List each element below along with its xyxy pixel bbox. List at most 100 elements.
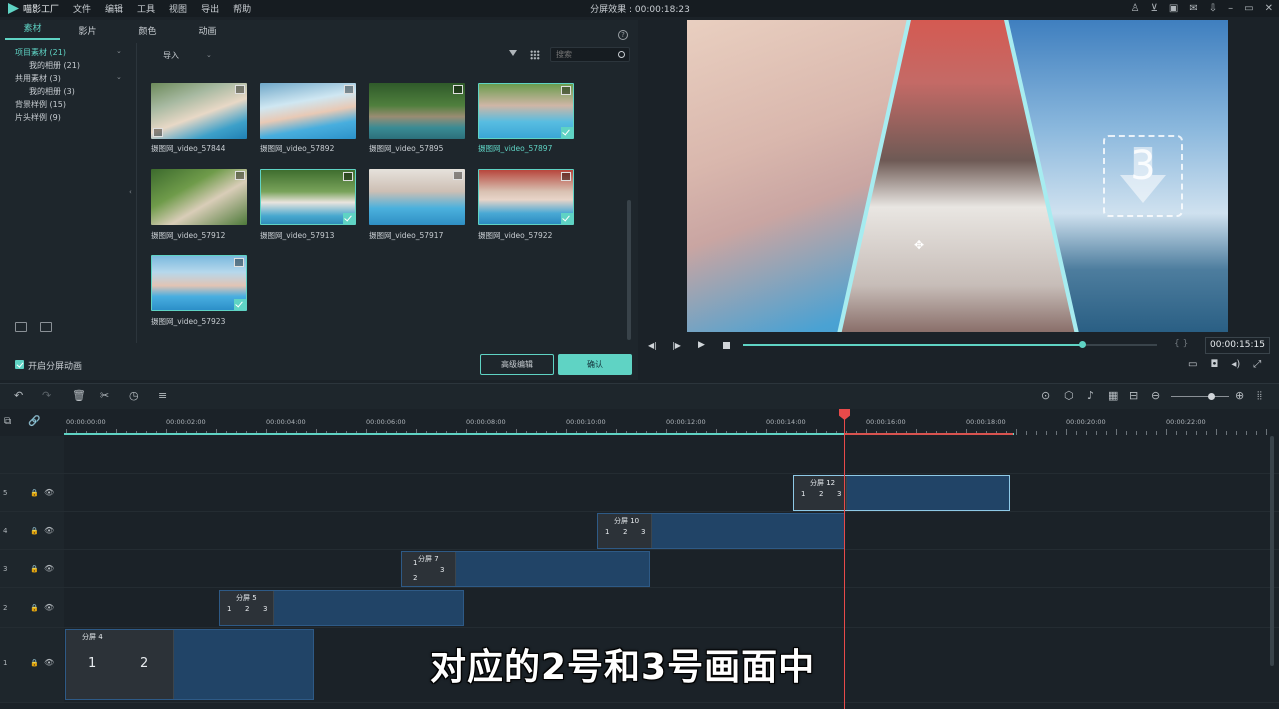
media-thumbnail[interactable] (369, 169, 465, 225)
tab-colors[interactable]: 颜色 (120, 24, 175, 37)
media-thumbnail[interactable] (151, 169, 247, 225)
fullscreen-icon[interactable]: ⤢ (1253, 359, 1261, 370)
user-icon[interactable]: ♙ (1131, 3, 1140, 14)
zoom-slider[interactable] (1171, 396, 1229, 397)
add-folder-icon[interactable] (15, 322, 27, 332)
snapshot-icon[interactable]: ◘ (1210, 359, 1218, 370)
chevron-down-icon[interactable]: ⌄ (116, 47, 122, 55)
sidebar-item-shared-album[interactable]: 我的相册 (3) (29, 86, 75, 97)
display-icon[interactable]: ▭ (1188, 359, 1197, 370)
menu-file[interactable]: 文件 (73, 2, 91, 15)
marker-icon[interactable]: ⬡ (1064, 389, 1074, 402)
media-thumbnail-selected[interactable] (260, 169, 356, 225)
ruler-tick (1016, 429, 1017, 435)
zoom-in-icon[interactable]: ⊕ (1235, 389, 1244, 402)
mark-in-out[interactable]: { } (1174, 339, 1188, 349)
speed-icon[interactable]: ◷ (129, 389, 139, 402)
volume-icon[interactable]: ◂) (1231, 359, 1240, 370)
media-thumbnail[interactable] (260, 83, 356, 139)
split-clip-7[interactable]: 1 3 2 分屏 7 (401, 551, 650, 587)
menu-tools[interactable]: 工具 (137, 2, 155, 15)
preview-canvas[interactable]: 3 (687, 20, 1228, 332)
lock-icon[interactable]: 🔒 (30, 604, 39, 612)
download-icon[interactable]: ⇩ (1209, 3, 1217, 14)
menu-help[interactable]: 帮助 (233, 2, 251, 15)
confirm-button[interactable]: 确认 (558, 354, 632, 375)
menu-view[interactable]: 视图 (169, 2, 187, 15)
timeline-scrollbar[interactable] (1270, 436, 1274, 666)
split-clip-5[interactable]: 1 2 3 分屏 5 (219, 590, 464, 626)
drop-zone-3[interactable]: 3 (1103, 135, 1183, 217)
stop-icon[interactable] (723, 342, 730, 349)
previous-frame-icon[interactable]: ◀| (648, 341, 657, 350)
media-thumbnail-selected[interactable] (478, 83, 574, 139)
zoom-slider-knob[interactable] (1208, 393, 1215, 400)
step-play-icon[interactable]: |▶ (672, 341, 681, 350)
mic-icon[interactable]: ♪ (1087, 389, 1094, 402)
sidebar-item-intros[interactable]: 片头样例 (9) (15, 112, 61, 123)
eye-icon[interactable]: 👁 (44, 488, 54, 497)
undo-icon[interactable]: ↶ (14, 389, 23, 402)
split-animation-checkbox[interactable] (15, 360, 24, 369)
cart-icon[interactable]: ⊻ (1151, 3, 1158, 14)
track-header: 3 🔒 👁 (0, 550, 64, 588)
maximize-icon[interactable]: ▭ (1244, 3, 1253, 14)
sidebar-item-backgrounds[interactable]: 背景样例 (15) (15, 99, 66, 110)
mixer-icon[interactable]: ▦ (1108, 389, 1118, 402)
media-thumbnail-selected[interactable] (478, 169, 574, 225)
search-icon[interactable] (618, 51, 625, 58)
split-clip-12[interactable]: 1 2 3 分屏 12 (793, 475, 1010, 511)
split-clip-10[interactable]: 1 2 3 分屏 10 (597, 513, 845, 549)
add-track-icon[interactable]: ⧉ (4, 416, 11, 427)
play-icon[interactable]: ▶ (698, 340, 705, 350)
grid-view-icon[interactable] (530, 50, 540, 60)
lock-icon[interactable]: 🔒 (30, 565, 39, 573)
cut-icon[interactable]: ✂ (100, 389, 109, 402)
redo-icon[interactable]: ↷ (42, 389, 51, 402)
mail-icon[interactable]: ✉ (1189, 3, 1197, 14)
chevron-down-icon[interactable]: ⌄ (116, 73, 122, 81)
play-preview-icon[interactable] (153, 128, 163, 137)
ruler-tick (1196, 431, 1197, 435)
lock-icon[interactable]: 🔒 (30, 527, 39, 535)
tab-media[interactable]: 素材 (5, 20, 60, 40)
tab-movies[interactable]: 影片 (60, 24, 115, 37)
render-icon[interactable]: ⊙ (1041, 389, 1050, 402)
media-thumbnail[interactable] (369, 83, 465, 139)
timeline-menu-icon[interactable]: ⦙⦙ (1257, 389, 1262, 403)
delete-folder-icon[interactable] (40, 322, 52, 332)
sidebar-item-project-media[interactable]: 项目素材 (21) (15, 47, 66, 58)
eye-icon[interactable]: 👁 (44, 564, 54, 573)
zoom-out-icon[interactable]: ⊖ (1151, 389, 1160, 402)
eye-icon[interactable]: 👁 (44, 658, 54, 667)
help-icon[interactable]: ? (618, 30, 628, 40)
link-icon[interactable]: 🔗 (28, 416, 40, 427)
collapse-sidebar-icon[interactable]: ‹ (129, 188, 132, 196)
sidebar-item-my-album[interactable]: 我的相册 (21) (29, 60, 80, 71)
menu-edit[interactable]: 编辑 (105, 2, 123, 15)
ruler-tick (1026, 431, 1027, 435)
eye-icon[interactable]: 👁 (44, 603, 54, 612)
media-thumbnail[interactable] (151, 83, 247, 139)
search-input[interactable] (551, 48, 613, 61)
menu-export[interactable]: 导出 (201, 2, 219, 15)
delete-icon[interactable]: 🗑 (72, 389, 86, 402)
lock-icon[interactable]: 🔒 (30, 489, 39, 497)
advanced-edit-button[interactable]: 高级编辑 (480, 354, 554, 375)
media-thumbnail-selected[interactable] (151, 255, 247, 311)
split-clip-4[interactable]: 1 2 分屏 4 (65, 629, 314, 700)
close-icon[interactable]: ✕ (1265, 3, 1273, 14)
tab-animation[interactable]: 动画 (180, 24, 235, 37)
sidebar-item-shared-media[interactable]: 共用素材 (3) (15, 73, 61, 84)
adjust-icon[interactable]: ≡ (158, 389, 167, 402)
import-button[interactable]: 导入 (163, 50, 179, 61)
library-scrollbar[interactable] (627, 200, 631, 340)
search-box[interactable] (550, 47, 630, 62)
save-icon[interactable]: ▣ (1169, 3, 1178, 14)
chevron-down-icon[interactable]: ⌄ (206, 51, 212, 59)
filter-icon[interactable] (509, 50, 518, 59)
lock-icon[interactable]: 🔒 (30, 659, 39, 667)
split-screen-icon[interactable]: ⊟ (1129, 389, 1138, 402)
minimize-icon[interactable]: – (1228, 3, 1233, 14)
eye-icon[interactable]: 👁 (44, 526, 54, 535)
